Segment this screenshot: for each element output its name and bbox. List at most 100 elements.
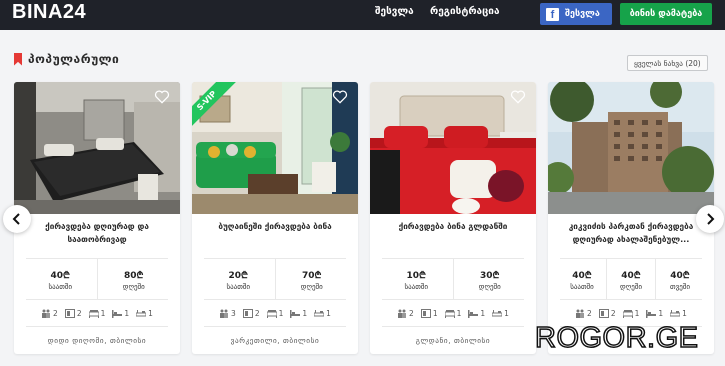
- listing-title[interactable]: ქირავდება ბინა გლდანში: [370, 214, 536, 258]
- beds-feature: 1: [266, 308, 284, 318]
- bedrooms-count: 1: [124, 308, 130, 318]
- price-label: დღეში: [478, 282, 501, 291]
- price-label: საათში: [404, 282, 429, 291]
- add-listing-button[interactable]: ბინის დამატება: [620, 3, 712, 25]
- price-label: დღეში: [619, 282, 643, 291]
- bed-icon: [88, 309, 99, 318]
- listing-title[interactable]: ქირავდება დღიურად და საათობრივად: [14, 214, 180, 258]
- guests-count: 2: [409, 308, 414, 318]
- guests-feature: 2: [397, 309, 414, 318]
- beds-count: 1: [634, 308, 640, 318]
- bed-icon: [266, 309, 277, 318]
- price-value: 40₾: [621, 270, 641, 281]
- rooms-count: 1: [432, 308, 438, 318]
- beds-feature: 1: [88, 308, 106, 318]
- rooms-count: 2: [254, 308, 260, 318]
- baths-count: 1: [682, 308, 687, 318]
- beds-feature: 1: [622, 308, 640, 318]
- guests-feature: 3: [219, 309, 236, 318]
- rooms-icon: [64, 308, 75, 318]
- bedrooms-feature: 1: [646, 309, 663, 318]
- bath-icon: [670, 309, 681, 316]
- rooms-icon: [242, 308, 253, 318]
- favorite-heart-icon[interactable]: [154, 90, 170, 104]
- beds-count: 1: [278, 308, 284, 318]
- features-row: 3 2 1 1 1: [192, 300, 358, 326]
- rooms-count: 2: [610, 308, 616, 318]
- rooms-count: 2: [76, 308, 82, 318]
- rooms-feature: 2: [242, 308, 260, 318]
- bedrooms-count: 1: [480, 308, 486, 318]
- listing-photo[interactable]: S-VIP: [192, 82, 358, 214]
- guests-feature: 2: [575, 309, 592, 318]
- rooms-icon: [420, 308, 431, 318]
- guests-feature: 2: [41, 309, 58, 318]
- section-header: პოპულარული: [14, 52, 119, 66]
- beds-count: 1: [100, 308, 106, 318]
- price-hourly: 40₾ საათში: [24, 259, 97, 299]
- guests-icon: [576, 309, 585, 318]
- features-row: 2 1 1 1 1: [370, 300, 536, 326]
- site-logo[interactable]: BINA24: [12, 1, 86, 24]
- rooms-feature: 1: [420, 308, 438, 318]
- bed-icon: [622, 309, 633, 318]
- listing-location: გლდანი, თბილისი: [415, 335, 491, 345]
- price-daily: 80₾ დღეში: [96, 259, 171, 299]
- carousel-next-button[interactable]: [696, 205, 724, 233]
- price-daily: 70₾ დღეში: [274, 259, 349, 299]
- beds-feature: 1: [444, 308, 462, 318]
- price-daily: 30₾ დღეში: [452, 259, 527, 299]
- listing-title[interactable]: კიკვიძის პარკთან ქირავდება დღიურად ახალა…: [548, 214, 714, 258]
- bath-icon: [492, 309, 503, 316]
- price-value: 70₾: [302, 270, 322, 281]
- listing-location: ვარკეთილი, თბილისი: [230, 335, 320, 345]
- listing-card[interactable]: ქირავდება ბინა გლდანში 10₾ საათში 30₾ დღ…: [370, 82, 536, 354]
- price-label: საათში: [570, 282, 594, 291]
- listing-card[interactable]: კიკვიძის პარკთან ქირავდება დღიურად ახალა…: [548, 82, 714, 354]
- facebook-login-label: შესვლა: [565, 9, 600, 19]
- top-navbar: BINA24 შესვლა რეგისტრაცია f შესვლა ბინის…: [0, 0, 725, 30]
- watermark: ROGOR.GE: [534, 321, 699, 355]
- section-title: პოპულარული: [28, 52, 120, 66]
- listing-photo[interactable]: [370, 82, 536, 214]
- price-row: 40₾ საათში 80₾ დღეში: [24, 259, 170, 299]
- favorite-heart-icon[interactable]: [510, 90, 526, 104]
- baths-count: 1: [326, 308, 331, 318]
- baths-feature: 1: [492, 309, 509, 318]
- price-value: 40₾: [572, 270, 592, 281]
- rooms-feature: 2: [64, 308, 82, 318]
- login-link[interactable]: შესვლა: [375, 6, 414, 17]
- beds-count: 1: [456, 308, 462, 318]
- price-daily: 40₾ დღეში: [606, 259, 655, 299]
- single-bed-icon: [112, 309, 123, 318]
- price-value: 80₾: [124, 270, 144, 281]
- carousel-prev-button[interactable]: [3, 205, 31, 233]
- see-all-button[interactable]: ყველას ნახვა (20): [627, 55, 708, 71]
- single-bed-icon: [646, 309, 657, 318]
- bedrooms-feature: 1: [468, 309, 485, 318]
- price-monthly: 40₾ თვეში: [655, 259, 704, 299]
- rooms-icon: [598, 308, 609, 318]
- price-value: 20₾: [228, 270, 248, 281]
- facebook-login-button[interactable]: f შესვლა: [540, 3, 612, 25]
- baths-count: 1: [504, 308, 509, 318]
- bath-icon: [136, 309, 147, 316]
- favorite-heart-icon[interactable]: [332, 90, 348, 104]
- register-link[interactable]: რეგისტრაცია: [430, 6, 499, 17]
- bed-icon: [444, 309, 455, 318]
- price-value: 10₾: [406, 270, 426, 281]
- listing-photo[interactable]: [14, 82, 180, 214]
- facebook-icon: f: [546, 7, 559, 21]
- bedrooms-feature: 1: [112, 309, 129, 318]
- price-row: 10₾ საათში 30₾ დღეში: [380, 259, 526, 299]
- listing-card[interactable]: S-VIP ბუღაინეში ქირავდება ბინა 20₾ საათშ…: [192, 82, 358, 354]
- listing-title[interactable]: ბუღაინეში ქირავდება ბინა: [192, 214, 358, 258]
- guests-icon: [398, 309, 407, 318]
- baths-count: 1: [148, 308, 153, 318]
- price-hourly: 10₾ საათში: [380, 259, 453, 299]
- rooms-feature: 2: [598, 308, 616, 318]
- listing-photo[interactable]: [548, 82, 714, 214]
- price-label: თვეში: [670, 282, 690, 291]
- price-label: დღეში: [300, 282, 323, 291]
- listing-card[interactable]: ქირავდება დღიურად და საათობრივად 40₾ საა…: [14, 82, 180, 354]
